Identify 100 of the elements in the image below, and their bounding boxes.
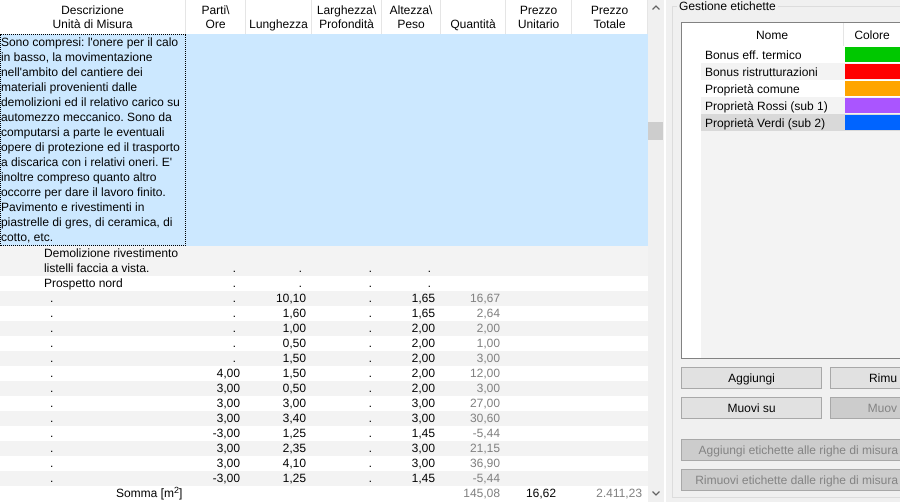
table-cell: 3,00 [216,381,240,396]
table-cell: -5,44 [472,426,500,441]
table-cell: 0,50 [282,381,306,396]
scroll-down-icon[interactable] [652,491,660,496]
table-row[interactable]: . -3,00 1,25 . 1,45 -5,44 [0,471,648,486]
table-cell-text: . [368,306,373,321]
table-cell: 12,00 [470,366,500,381]
table-cell-text: . [49,381,54,396]
table-cell: 3,00 [216,456,240,471]
table-cell: 1,45 [412,471,435,486]
table-row[interactable]: . . 1,50 . 2,00 3,00 [0,351,648,366]
table-cell-text: . [49,426,54,441]
table-cell: 3,00 [216,441,240,456]
table-cell-text: . [232,261,237,276]
scroll-up-icon[interactable] [652,5,660,10]
table-cell: 4,10 [282,456,306,471]
table-cell-text: . [298,276,303,291]
table-cell: 1,65 [412,306,435,321]
table-cell: 1,25 [282,471,306,486]
table-cell-text: . [368,336,373,351]
table-cell-text: Demolizione rivestimento listelli faccia a vista. [43,246,180,276]
labels-list[interactable]: Nome Colore Bonus eff. termico Bonus ristrutturazioni Proprietà comune Proprietà Rossi (sub 1) Proprietà Verdi (sub 2) [681,22,900,359]
table-cell-text: . [49,321,54,336]
table-cell: 3,00 [412,396,435,411]
table-cell-text: . [49,351,54,366]
table-cell: 3,00 [216,411,240,426]
label-name: Proprietà Rossi (sub 1) [704,98,829,114]
table-cell-text: Somma [m$^{2}$] [115,486,182,501]
table-cell: -5,44 [472,471,500,486]
table-cell-text: . [298,261,303,276]
button[interactable]: Aggiungi [681,367,822,389]
table-cell-text: . [49,396,54,411]
table-row[interactable]: . . 1,00 . 2,00 2,00 [0,321,648,336]
table-cell: 3,00 [412,441,435,456]
table-cell: 3,40 [282,411,306,426]
table-cell: 2,00 [476,321,500,336]
vertical-scrollbar[interactable] [648,0,664,502]
table-cell-text: . [368,321,373,336]
label-name: Bonus eff. termico [704,46,802,64]
column-header[interactable]: Colore [844,23,900,46]
table-cell-text: . [368,351,373,366]
table-cell: 1,50 [282,351,306,366]
table-cell: 27,00 [470,396,500,411]
table-cell: -3,00 [212,471,240,486]
button[interactable]: Muovi su [681,397,822,419]
table-cell: 1,60 [282,306,306,321]
table-cell-text: . [49,366,54,381]
table-row[interactable]: Demolizione rivestimento listelli faccia a vista. . . . . [0,246,648,276]
table-cell-text: . [368,261,373,276]
label-row[interactable]: Bonus eff. termico [701,46,900,63]
table-cell: 2,00 [412,336,435,351]
label-name: Proprietà Verdi (sub 2) [704,114,826,132]
table-cell-text: . [49,411,54,426]
table-cell-text: . [232,291,237,306]
table-cell: 1,45 [412,426,435,441]
table-cell-text: . [232,336,237,351]
table-cell: 36,90 [470,456,500,471]
table-cell-text: . [428,276,432,291]
label-row[interactable]: Proprietà Verdi (sub 2) [701,114,900,131]
table-cell: 3,00 [412,411,435,426]
table-cell: 0,50 [282,336,306,351]
table-cell-text: . [49,291,54,306]
table-cell: 2,35 [282,441,306,456]
table-cell-text: . [368,366,373,381]
label-row[interactable]: Proprietà comune [701,80,900,97]
table-row[interactable] [0,34,648,246]
table-cell: 3,00 [216,396,240,411]
table-cell-text: . [368,381,373,396]
table-cell-text: . [368,276,373,291]
table-cell: 2.411,23 [596,486,642,501]
table-cell: 21,15 [470,441,500,456]
scrollbar-thumb[interactable] [648,122,663,140]
table-cell-text: . [49,306,54,321]
table-cell: 2,00 [412,351,435,366]
table-cell: 30,60 [470,411,500,426]
table-row[interactable]: . 3,00 2,35 . 3,00 21,15 [0,441,648,456]
table-cell: -3,00 [212,426,240,441]
table-cell: 2,00 [412,366,435,381]
table-cell-text: 16,62 [526,486,557,501]
table-cell: 2,00 [412,381,435,396]
table-cell-text: . [368,471,373,486]
button[interactable]: Rimu [830,367,900,389]
table-cell-text: . [368,411,373,426]
table-cell: 16,67 [470,291,500,306]
table-row[interactable]: . . 10,10 . 1,65 16,67 [0,291,648,306]
table-cell: 3,00 [476,351,500,366]
table-cell: 1,65 [412,291,435,306]
table-cell: 1,25 [282,426,306,441]
table-cell: 145,08 [463,486,500,501]
table-cell-text: . [232,351,237,366]
table-cell: 4,00 [216,366,240,381]
table-cell: 10,10 [276,291,306,306]
table-cell-text: . [428,261,432,276]
table-cell-text: Prospetto nord [43,276,124,291]
table-cell: 3,00 [412,456,435,471]
table-cell-text: . [368,441,373,456]
table-row[interactable]: . 3,00 0,50 . 2,00 3,00 [0,381,648,396]
table-cell-text: . [368,396,373,411]
table-row[interactable]: . 3,00 3,40 . 3,00 30,60 [0,411,648,426]
table-cell-text: . [49,456,54,471]
